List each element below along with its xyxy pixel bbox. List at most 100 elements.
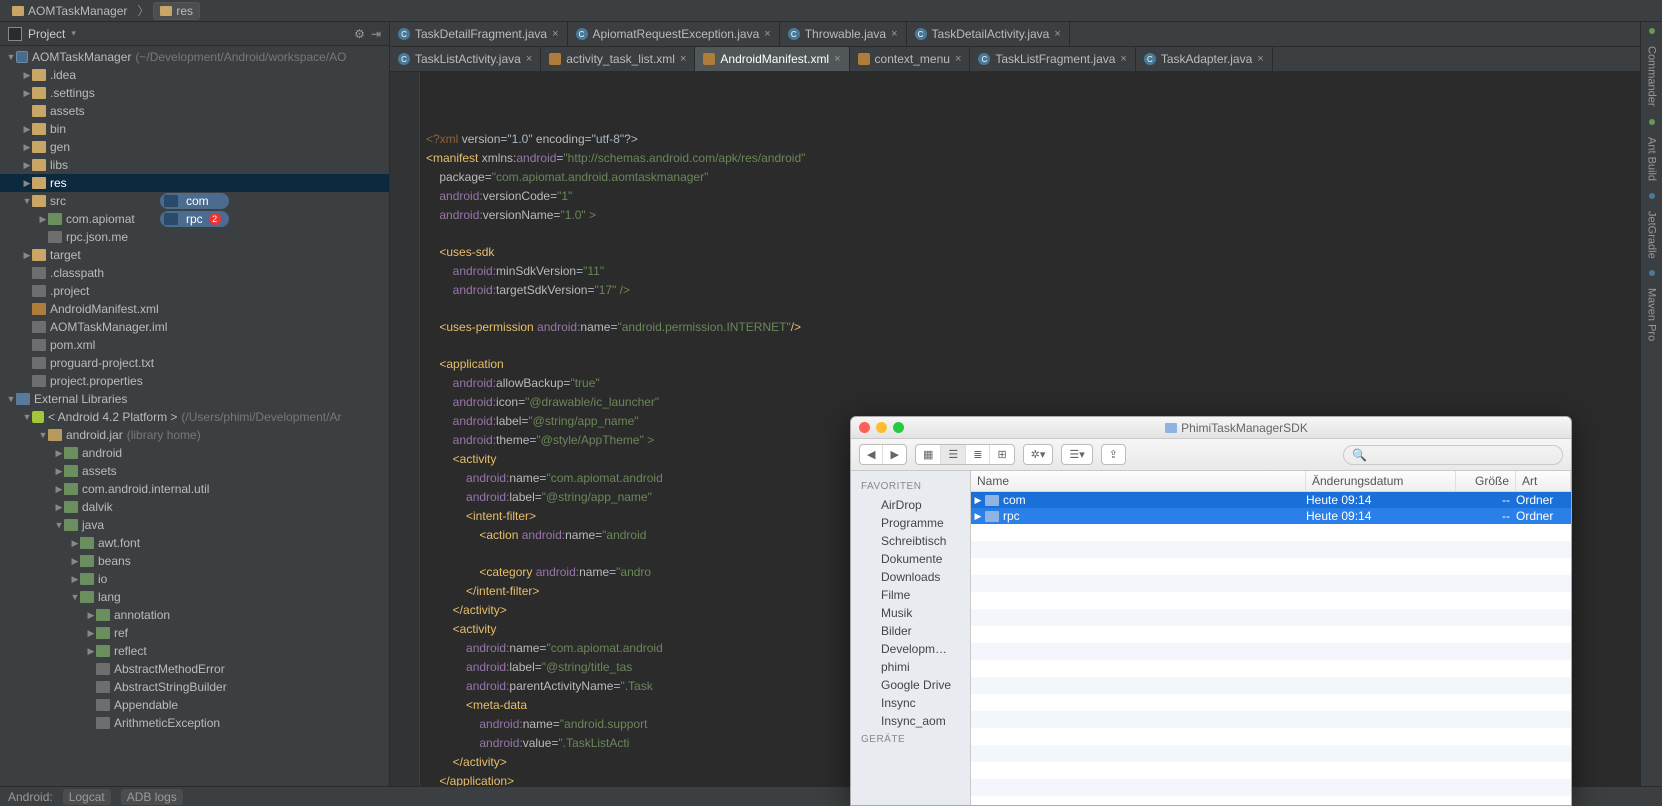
project-tree[interactable]: ▼AOMTaskManager(~/Development/Android/wo… [0, 46, 389, 786]
logcat-button[interactable]: Logcat [63, 789, 111, 805]
close-tab-icon[interactable]: × [834, 53, 840, 65]
editor-tab[interactable]: CTaskAdapter.java× [1136, 47, 1273, 71]
close-tab-icon[interactable]: × [1257, 53, 1263, 65]
sidebar-item[interactable]: AirDrop [851, 496, 970, 514]
close-tab-icon[interactable]: × [891, 28, 897, 40]
finder-list[interactable]: Name Änderungsdatum Größe Art ▶comHeute … [971, 471, 1571, 805]
sidebar-item[interactable]: Insync_aom [851, 712, 970, 730]
finder-row[interactable]: ▶rpcHeute 09:14--Ordner [971, 508, 1571, 524]
close-tab-icon[interactable]: × [1120, 53, 1126, 65]
editor-tab[interactable]: CTaskDetailFragment.java× [390, 22, 568, 46]
tree-row[interactable]: AbstractStringBuilder [0, 678, 389, 696]
tree-row[interactable]: ▶android [0, 444, 389, 462]
tree-row[interactable]: Appendable [0, 696, 389, 714]
tree-row[interactable]: ▶com.android.internal.util [0, 480, 389, 498]
tree-row[interactable]: ▼lang [0, 588, 389, 606]
sidebar-item[interactable]: Dokumente [851, 550, 970, 568]
editor-tabs-row-2: CTaskListActivity.java×activity_task_lis… [390, 47, 1662, 72]
tree-row[interactable]: AndroidManifest.xml [0, 300, 389, 318]
tree-row[interactable]: ▶ref [0, 624, 389, 642]
status-dot-icon [1649, 28, 1655, 34]
tree-row[interactable]: AOMTaskManager.iml [0, 318, 389, 336]
tree-row[interactable]: ▶reflect [0, 642, 389, 660]
close-icon[interactable] [859, 422, 870, 433]
collapse-icon[interactable]: ⇥ [371, 27, 381, 41]
editor-tab[interactable]: CTaskListFragment.java× [970, 47, 1135, 71]
editor-tab[interactable]: CThrowable.java× [780, 22, 907, 46]
tool-maven[interactable]: Maven Pro [1646, 288, 1658, 341]
tree-row[interactable]: proguard-project.txt [0, 354, 389, 372]
arrange-menu[interactable]: ☰▾ [1061, 444, 1092, 465]
breadcrumb-root[interactable]: AOMTaskManager [6, 3, 133, 19]
finder-titlebar[interactable]: PhimiTaskManagerSDK [851, 417, 1571, 439]
editor-tab[interactable]: CApiomatRequestException.java× [568, 22, 780, 46]
tool-ant[interactable]: Ant Build [1646, 137, 1658, 181]
tree-row[interactable]: ▶dalvik [0, 498, 389, 516]
search-input[interactable]: 🔍 [1343, 445, 1563, 465]
project-panel-header[interactable]: Project ▾ ⚙ ⇥ [0, 22, 389, 46]
tree-row[interactable]: rpc.json.me [0, 228, 389, 246]
tree-row[interactable]: pom.xml [0, 336, 389, 354]
sidebar-item[interactable]: Downloads [851, 568, 970, 586]
finder-columns[interactable]: Name Änderungsdatum Größe Art [971, 471, 1571, 492]
editor-tab[interactable]: activity_task_list.xml× [541, 47, 695, 71]
sidebar-item[interactable]: Schreibtisch [851, 532, 970, 550]
editor-tab[interactable]: CTaskDetailActivity.java× [907, 22, 1070, 46]
tree-row[interactable]: ▼< Android 4.2 Platform >(/Users/phimi/D… [0, 408, 389, 426]
tree-row[interactable]: ▶res [0, 174, 389, 192]
tool-commander[interactable]: Commander [1646, 46, 1658, 107]
tree-row[interactable]: ▶.idea [0, 66, 389, 84]
action-menu[interactable]: ✲▾ [1023, 444, 1054, 465]
tree-row[interactable]: ▶awt.font [0, 534, 389, 552]
sidebar-item[interactable]: Insync [851, 694, 970, 712]
close-tab-icon[interactable]: × [552, 28, 558, 40]
tree-row[interactable]: ▶io [0, 570, 389, 588]
sidebar-item[interactable]: Bilder [851, 622, 970, 640]
tree-row[interactable]: ▶assets [0, 462, 389, 480]
tree-row[interactable]: ▶.settings [0, 84, 389, 102]
finder-sidebar[interactable]: FAVORITEN AirDropProgrammeSchreibtischDo… [851, 471, 971, 805]
nav-back-forward[interactable]: ◀▶ [859, 444, 907, 465]
share-button[interactable]: ⇪ [1101, 444, 1126, 465]
close-tab-icon[interactable]: × [680, 53, 686, 65]
tree-row[interactable]: ▶beans [0, 552, 389, 570]
tree-row[interactable]: ▶annotation [0, 606, 389, 624]
close-tab-icon[interactable]: × [764, 28, 770, 40]
zoom-icon[interactable] [893, 422, 904, 433]
close-tab-icon[interactable]: × [1054, 28, 1060, 40]
tree-row[interactable]: ▶bin [0, 120, 389, 138]
editor-tab[interactable]: AndroidManifest.xml× [695, 47, 849, 71]
tree-row[interactable]: ▼java [0, 516, 389, 534]
tree-row[interactable]: AbstractMethodError [0, 660, 389, 678]
tree-row[interactable]: ▼AOMTaskManager(~/Development/Android/wo… [0, 48, 389, 66]
gear-icon[interactable]: ⚙ [354, 27, 365, 41]
close-tab-icon[interactable]: × [526, 53, 532, 65]
sidebar-item[interactable]: Filme [851, 586, 970, 604]
tree-row[interactable]: ArithmeticException [0, 714, 389, 732]
tool-gradle[interactable]: JetGradle [1646, 211, 1658, 259]
view-mode[interactable]: ▦☰≣⊞ [915, 444, 1015, 465]
minimize-icon[interactable] [876, 422, 887, 433]
adb-logs-button[interactable]: ADB logs [121, 789, 183, 805]
finder-row[interactable]: ▶comHeute 09:14--Ordner [971, 492, 1571, 508]
sidebar-item[interactable]: Developm… [851, 640, 970, 658]
finder-window[interactable]: PhimiTaskManagerSDK ◀▶ ▦☰≣⊞ ✲▾ ☰▾ ⇪ 🔍 FA… [850, 416, 1572, 806]
close-tab-icon[interactable]: × [955, 53, 961, 65]
tree-row[interactable]: ▼android.jar(library home) [0, 426, 389, 444]
breadcrumb-item[interactable]: res [153, 2, 200, 20]
sidebar-item[interactable]: Programme [851, 514, 970, 532]
tree-row[interactable]: project.properties [0, 372, 389, 390]
folder-icon [32, 177, 46, 189]
tree-row[interactable]: .classpath [0, 264, 389, 282]
tree-row[interactable]: ▶libs [0, 156, 389, 174]
sidebar-item[interactable]: phimi [851, 658, 970, 676]
sidebar-item[interactable]: Google Drive [851, 676, 970, 694]
tree-row[interactable]: ▶gen [0, 138, 389, 156]
tree-row[interactable]: ▼External Libraries [0, 390, 389, 408]
editor-tab[interactable]: context_menu× [850, 47, 971, 71]
sidebar-item[interactable]: Musik [851, 604, 970, 622]
tree-row[interactable]: .project [0, 282, 389, 300]
editor-tab[interactable]: CTaskListActivity.java× [390, 47, 541, 71]
tree-row[interactable]: ▶target [0, 246, 389, 264]
tree-row[interactable]: assets [0, 102, 389, 120]
